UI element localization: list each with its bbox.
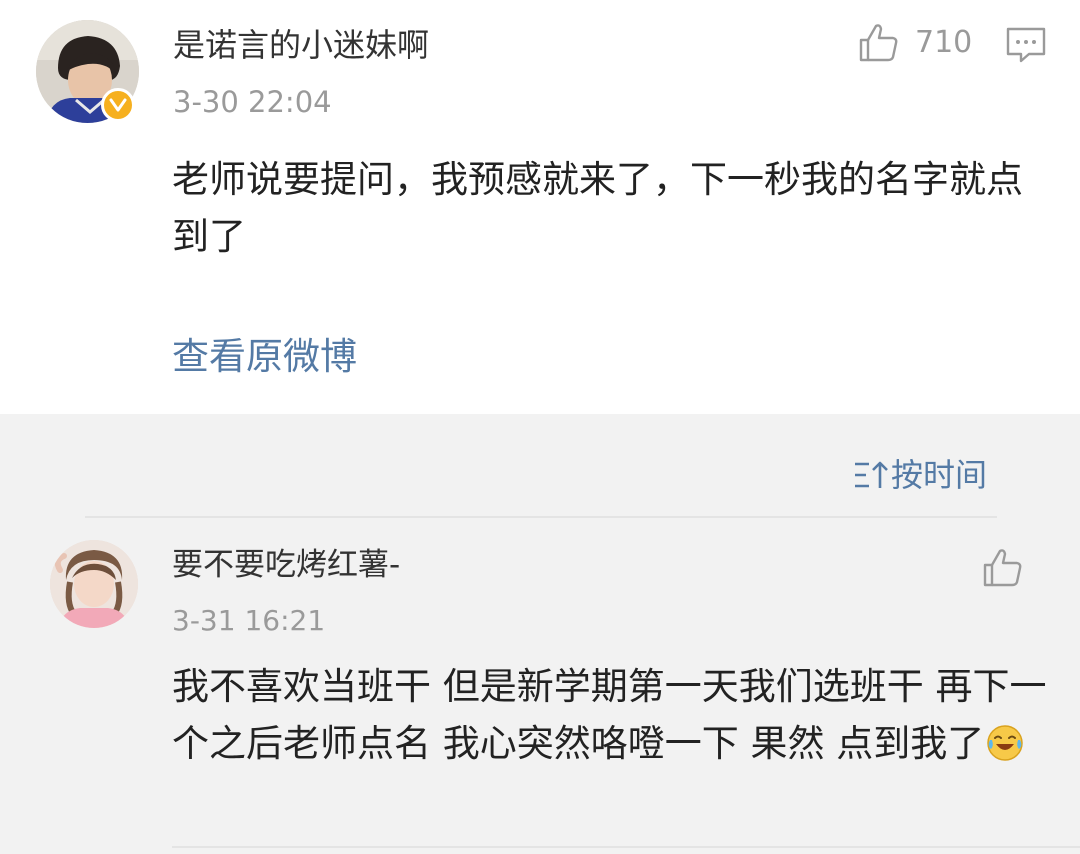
reply-text-container: 我不喜欢当班干 但是新学期第一天我们选班干 再下一个之后老师点名 我心突然咯噔一… bbox=[172, 658, 1052, 772]
thumbs-up-icon[interactable] bbox=[858, 22, 900, 64]
main-comment-like-count: 710 bbox=[915, 25, 973, 60]
divider bbox=[85, 516, 997, 518]
main-comment-username[interactable]: 是诺言的小迷妹啊 bbox=[173, 29, 429, 61]
sort-icon bbox=[855, 461, 888, 488]
view-original-weibo-link[interactable]: 查看原微博 bbox=[172, 338, 357, 375]
reply-username[interactable]: 要不要吃烤红薯- bbox=[172, 550, 400, 581]
verified-badge-icon bbox=[101, 88, 135, 122]
main-comment-text: 老师说要提问，我预感就来了，下一秒我的名字就点到了 bbox=[172, 158, 1023, 258]
comment-icon[interactable] bbox=[1005, 26, 1047, 64]
main-comment-card: 是诺言的小迷妹啊 3-30 22:04 710 老师说要提问，我预感就来了，下一… bbox=[0, 0, 1080, 414]
bottom-divider bbox=[172, 846, 1080, 848]
reply-text: 我不喜欢当班干 但是新学期第一天我们选班干 再下一个之后老师点名 我心突然咯噔一… bbox=[172, 665, 1047, 765]
reply-timestamp: 3-31 16:21 bbox=[172, 604, 326, 637]
reply-avatar[interactable] bbox=[50, 540, 138, 628]
main-comment-timestamp: 3-30 22:04 bbox=[173, 85, 332, 119]
reply-thumbs-up-icon[interactable] bbox=[982, 547, 1024, 589]
sort-label: 按时间 bbox=[891, 456, 988, 494]
sort-by-time-button[interactable]: 按时间 bbox=[853, 458, 987, 492]
crying-laughing-emoji-icon bbox=[987, 725, 1024, 761]
